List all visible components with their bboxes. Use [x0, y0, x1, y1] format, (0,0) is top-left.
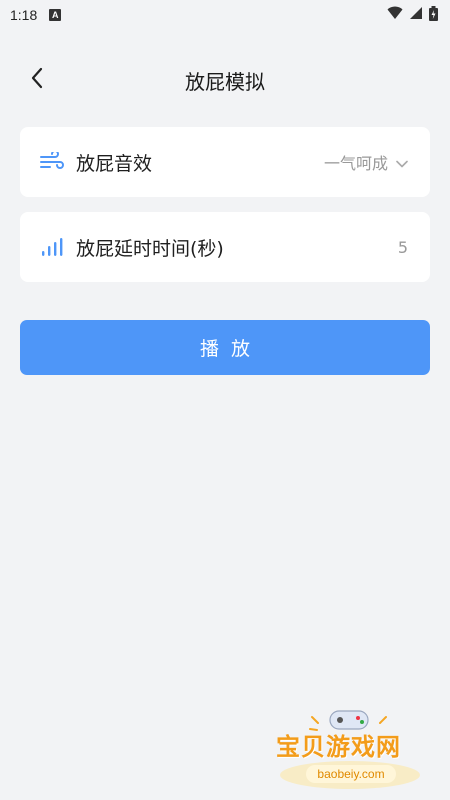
wifi-icon — [387, 6, 403, 24]
watermark-logo: 宝贝游戏网 baobeiy.com — [270, 705, 430, 795]
app-header: 放屁模拟 — [0, 55, 450, 105]
delay-value[interactable]: 5 — [398, 238, 408, 257]
status-time: 1:18 — [10, 7, 38, 23]
watermark-brand: 宝贝游戏网 — [276, 733, 401, 761]
wind-icon — [40, 150, 64, 174]
delay-setting[interactable]: 放屁延时时间(秒) 5 — [20, 212, 430, 282]
signal-icon — [409, 6, 423, 24]
watermark-url: baobeiy.com — [306, 765, 396, 783]
signal-bars-icon — [40, 235, 64, 259]
battery-icon — [429, 5, 438, 25]
sound-effect-selector[interactable]: 放屁音效 一气呵成 — [20, 127, 430, 197]
chevron-down-icon — [396, 153, 408, 172]
status-bar: 1:18 A — [0, 0, 450, 30]
chevron-left-icon — [29, 66, 45, 94]
sound-effect-label: 放屁音效 — [76, 152, 153, 175]
delay-label: 放屁延时时间(秒) — [76, 237, 224, 260]
back-button[interactable] — [22, 65, 52, 95]
sound-effect-value-group: 一气呵成 — [324, 150, 408, 174]
play-button[interactable]: 播放 — [20, 320, 430, 375]
page-title: 放屁模拟 — [185, 69, 265, 94]
status-icons — [387, 5, 438, 25]
sound-effect-value: 一气呵成 — [323, 154, 388, 173]
notification-icon: A — [49, 9, 62, 21]
